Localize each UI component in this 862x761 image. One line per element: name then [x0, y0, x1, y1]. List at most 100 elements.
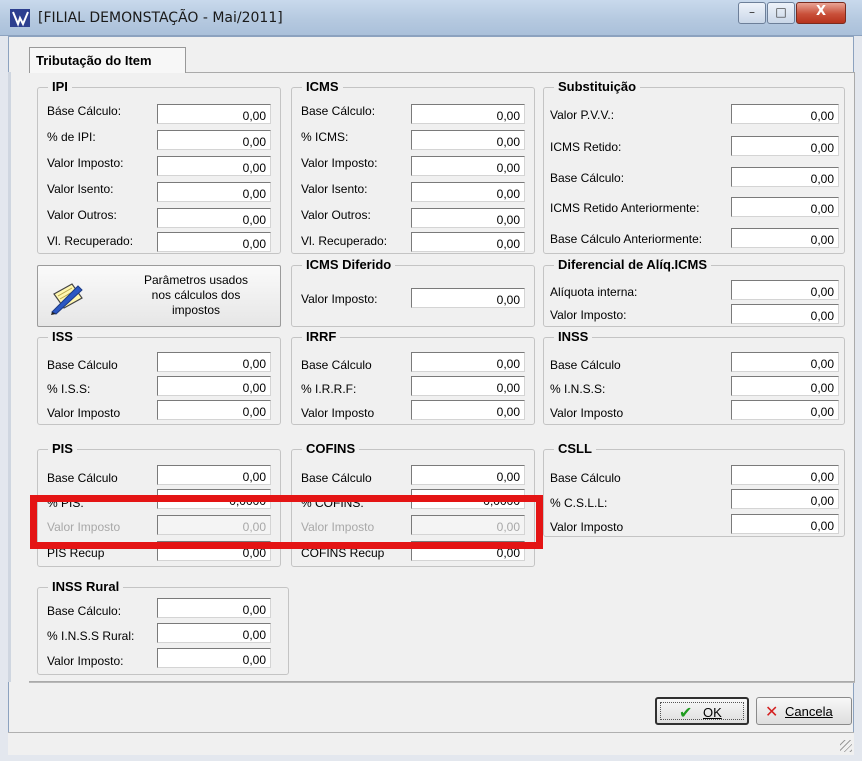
inss-rural-base-calculo-field[interactable]: 0,00: [157, 598, 271, 618]
ipi-valor-imposto-label: Valor Imposto:: [47, 156, 124, 170]
iss-percent-field[interactable]: 0,00: [157, 376, 271, 396]
inss-rural-percent-field[interactable]: 0,00: [157, 623, 271, 643]
ipi-valor-outros-field[interactable]: 0,00: [157, 208, 271, 228]
ipi-base-calculo-label: Báse Cálculo:: [47, 104, 122, 118]
diferencial-valor-imposto-field[interactable]: 0,00: [731, 304, 839, 324]
inss-percent-field[interactable]: 0,00: [731, 376, 839, 396]
red-highlight-box: [30, 495, 543, 549]
ipi-vl-recuperado-field[interactable]: 0,00: [157, 232, 271, 252]
irrf-base-calculo-label: Base Cálculo: [301, 358, 372, 372]
icms-valor-isento-field[interactable]: 0,00: [411, 182, 525, 202]
cofins-base-calculo-field[interactable]: 0,00: [411, 465, 525, 485]
cancel-x-icon: ✕: [765, 704, 779, 721]
inss-valor-imposto-field[interactable]: 0,00: [731, 400, 839, 420]
ipi-percent-label: % de IPI:: [47, 130, 96, 144]
ipi-percent-field[interactable]: 0,00: [157, 130, 271, 150]
inss-percent-label: % I.N.S.S:: [550, 382, 606, 396]
diferencial-valor-imposto-label: Valor Imposto:: [550, 308, 627, 322]
notepad-pen-icon: [51, 283, 83, 315]
subst-valor-pvv-label: Valor P.V.V.:: [550, 108, 615, 122]
subst-base-calculo-ant-label: Base Cálculo Anteriormente:: [550, 232, 703, 246]
csll-base-calculo-label: Base Cálculo: [550, 471, 621, 485]
csll-percent-label: % C.S.L.L:: [550, 496, 608, 510]
iss-valor-imposto-label: Valor Imposto: [47, 406, 121, 420]
icms-base-calculo-label: Base Cálculo:: [301, 104, 376, 118]
app-logo-icon: [10, 9, 30, 27]
parametros-button[interactable]: Parâmetros usados nos cálculos dos impos…: [37, 265, 281, 327]
icms-vl-recuperado-label: Vl. Recuperado:: [301, 234, 388, 248]
ok-button[interactable]: ✔ OK: [655, 697, 749, 725]
ipi-valor-isento-label: Valor Isento:: [47, 182, 114, 196]
group-title-icms: ICMS: [302, 79, 343, 94]
icms-valor-outros-label: Valor Outros:: [301, 208, 371, 222]
tab-tributacao-do-item[interactable]: Tributação do Item: [29, 47, 186, 73]
subst-icms-retido-field[interactable]: 0,00: [731, 136, 839, 156]
iss-valor-imposto-field[interactable]: 0,00: [157, 400, 271, 420]
group-title-pis: PIS: [48, 441, 77, 456]
irrf-base-calculo-field[interactable]: 0,00: [411, 352, 525, 372]
parametros-label-line3: impostos: [171, 303, 221, 317]
parametros-label-line2: nos cálculos dos: [151, 288, 241, 302]
inss-rural-valor-imposto-label: Valor Imposto:: [47, 654, 124, 668]
ipi-valor-isento-field[interactable]: 0,00: [157, 182, 271, 202]
irrf-valor-imposto-label: Valor Imposto: [301, 406, 375, 420]
diferencial-aliquota-interna-field[interactable]: 0,00: [731, 280, 839, 300]
csll-valor-imposto-label: Valor Imposto: [550, 520, 624, 534]
subst-base-calculo-field[interactable]: 0,00: [731, 167, 839, 187]
diferencial-aliquota-interna-label: Alíquota interna:: [550, 285, 638, 299]
close-button[interactable]: X: [796, 2, 846, 24]
ok-button-label: OK: [703, 705, 722, 720]
group-title-diferencial: Diferencial de Alíq.ICMS: [554, 257, 712, 272]
cancel-button[interactable]: ✕ Cancela: [756, 697, 852, 725]
icms-base-calculo-field[interactable]: 0,00: [411, 104, 525, 124]
csll-base-calculo-field[interactable]: 0,00: [731, 465, 839, 485]
icms-diferido-valor-imposto-field[interactable]: 0,00: [411, 288, 525, 308]
group-title-iss: ISS: [48, 329, 77, 344]
subst-icms-retido-label: ICMS Retido:: [550, 140, 622, 154]
icms-valor-imposto-field[interactable]: 0,00: [411, 156, 525, 176]
ipi-base-calculo-field[interactable]: 0,00: [157, 104, 271, 124]
inss-rural-valor-imposto-field[interactable]: 0,00: [157, 648, 271, 668]
csll-valor-imposto-field[interactable]: 0,00: [731, 514, 839, 534]
irrf-valor-imposto-field[interactable]: 0,00: [411, 400, 525, 420]
group-title-inss: INSS: [554, 329, 593, 344]
ipi-valor-outros-label: Valor Outros:: [47, 208, 117, 222]
window-title: [FILIAL DEMONSTAÇÃO - Mai/2011]: [38, 10, 283, 26]
icms-vl-recuperado-field[interactable]: 0,00: [411, 232, 525, 252]
pis-base-calculo-field[interactable]: 0,00: [157, 465, 271, 485]
footer-separator: [29, 682, 855, 683]
minimize-button[interactable]: –: [738, 2, 766, 24]
inss-valor-imposto-label: Valor Imposto: [550, 406, 624, 420]
icms-valor-outros-field[interactable]: 0,00: [411, 208, 525, 228]
close-icon: X: [815, 4, 827, 19]
pis-base-calculo-label: Base Cálculo: [47, 471, 118, 485]
left-border-decoration: [8, 72, 11, 682]
ok-focus-rect: [660, 702, 744, 720]
parametros-label-line1: Parâmetros usados: [143, 273, 249, 287]
resize-grip-icon[interactable]: [840, 740, 852, 752]
status-bar: [8, 732, 854, 755]
iss-base-calculo-field[interactable]: 0,00: [157, 352, 271, 372]
group-title-cofins: COFINS: [302, 441, 360, 456]
csll-percent-field[interactable]: 0,00: [731, 489, 839, 509]
subst-valor-pvv-field[interactable]: 0,00: [731, 104, 839, 124]
subst-base-calculo-ant-field[interactable]: 0,00: [731, 228, 839, 248]
subst-icms-retido-ant-field[interactable]: 0,00: [731, 197, 839, 217]
group-title-irrf: IRRF: [302, 329, 341, 344]
inss-base-calculo-field[interactable]: 0,00: [731, 352, 839, 372]
iss-base-calculo-label: Base Cálculo: [47, 358, 118, 372]
parametros-label: Parâmetros usados nos cálculos dos impos…: [126, 273, 266, 318]
minimize-icon: –: [749, 5, 755, 19]
group-title-ipi: IPI: [48, 79, 72, 94]
ipi-valor-imposto-field[interactable]: 0,00: [157, 156, 271, 176]
group-title-csll: CSLL: [554, 441, 596, 456]
irrf-percent-field[interactable]: 0,00: [411, 376, 525, 396]
inss-rural-base-calculo-label: Base Cálculo:: [47, 604, 122, 618]
group-title-icms-diferido: ICMS Diferido: [302, 257, 396, 272]
icms-percent-field[interactable]: 0,00: [411, 130, 525, 150]
maximize-button[interactable]: □: [767, 2, 795, 24]
subst-icms-retido-ant-label: ICMS Retido Anteriormente:: [550, 201, 700, 215]
group-title-substituicao: Substituição: [554, 79, 641, 94]
ipi-vl-recuperado-label: Vl. Recuperado:: [47, 234, 134, 248]
iss-percent-label: % I.S.S:: [47, 382, 91, 396]
